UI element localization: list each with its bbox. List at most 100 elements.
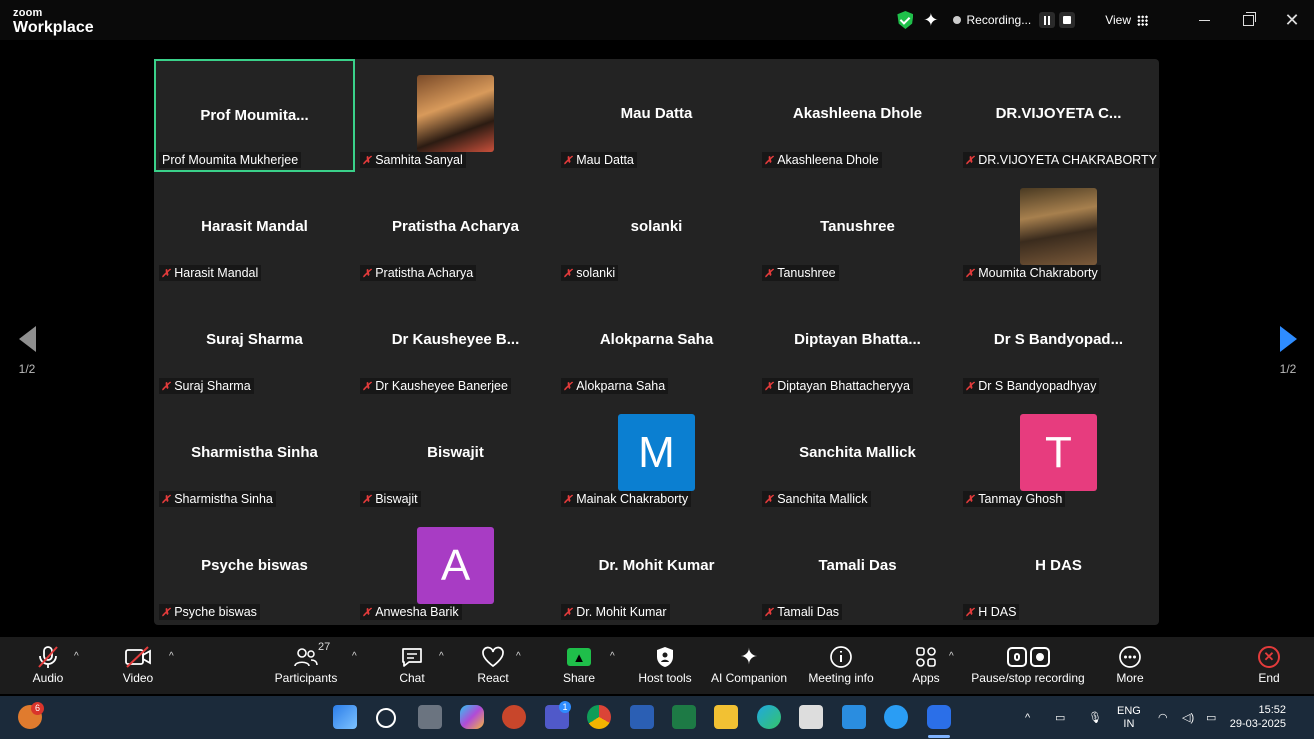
mydesk-icon[interactable] xyxy=(842,705,866,729)
pause-stop-recording-button[interactable]: Pause/stop recording xyxy=(970,643,1086,685)
participant-name-label: ✗ Alokparna Saha xyxy=(561,378,669,394)
system-clock[interactable]: 15:52 29-03-2025 xyxy=(1230,703,1286,731)
mic-muted-icon: ✗ xyxy=(361,493,374,506)
participant-tile[interactable]: Tamali Das ✗ Tamali Das xyxy=(757,511,958,624)
mic-muted-icon: ✗ xyxy=(361,154,374,167)
participant-tile[interactable]: T ✗ Tanmay Ghosh xyxy=(958,398,1159,511)
edge-icon[interactable] xyxy=(757,705,781,729)
battery-icon[interactable]: ▭ xyxy=(1206,696,1216,739)
participant-tile[interactable]: Diptayan Bhatta... ✗ Diptayan Bhattacheryy… xyxy=(757,285,958,398)
shield-icon xyxy=(636,643,694,671)
participant-tile[interactable]: Dr Kausheyee B... ✗ Dr Kausheyee Banerjee xyxy=(355,285,556,398)
title-bar: zoom Workplace ✦ Recording... View ✕ xyxy=(0,0,1314,40)
participant-tile[interactable]: ✗ Moumita Chakraborty xyxy=(958,172,1159,285)
share-button[interactable]: ▲ Share xyxy=(562,643,596,685)
excel-icon[interactable] xyxy=(672,705,696,729)
participant-tile[interactable]: solanki ✗ solanki xyxy=(556,172,757,285)
copilot-icon[interactable] xyxy=(460,705,484,729)
participant-display-name: Akashleena Dhole xyxy=(792,105,923,122)
volume-icon[interactable]: ◁) xyxy=(1182,696,1194,739)
task-view-icon[interactable] xyxy=(418,705,442,729)
pause-recording-button[interactable] xyxy=(1039,12,1056,28)
participant-tile[interactable]: H DAS ✗ H DAS xyxy=(958,511,1159,624)
share-label: Share xyxy=(562,671,596,685)
close-button[interactable]: ✕ xyxy=(1270,0,1314,40)
arrow-right-icon[interactable] xyxy=(1279,326,1297,352)
more-button[interactable]: More xyxy=(1112,643,1148,685)
participant-tile[interactable]: M ✗ Mainak Chakraborty xyxy=(556,398,757,511)
participant-tile[interactable]: Mau Datta ✗ Mau Datta xyxy=(556,59,757,172)
participant-tile[interactable]: Harasit Mandal ✗ Harasit Mandal xyxy=(154,172,355,285)
next-page-nav[interactable]: 1/2 xyxy=(1273,326,1303,376)
participant-label-text: Dr S Bandyopadhyay xyxy=(978,379,1097,393)
stop-recording-button[interactable] xyxy=(1059,12,1076,28)
ai-sparkle-icon[interactable]: ✦ xyxy=(923,10,938,31)
powerpoint-icon[interactable] xyxy=(502,705,526,729)
react-caret-icon[interactable]: ^ xyxy=(516,651,521,662)
participant-name-label: ✗ DR.VIJOYETA CHAKRABORTY xyxy=(963,152,1160,168)
microphone-icon[interactable]: 🎙 xyxy=(1088,696,1102,739)
arrow-left-icon[interactable] xyxy=(18,326,36,352)
audio-options-caret-icon[interactable]: ^ xyxy=(74,651,79,662)
meeting-info-button[interactable]: Meeting info xyxy=(806,643,876,685)
apps-caret-icon[interactable]: ^ xyxy=(949,651,954,662)
meet-now-icon[interactable]: ▭ xyxy=(1055,696,1065,739)
video-button[interactable]: Video xyxy=(120,643,156,685)
end-button[interactable]: ✕ End xyxy=(1254,643,1284,685)
participant-tile[interactable]: Psyche biswas ✗ Psyche biswas xyxy=(154,511,355,624)
encryption-shield-icon[interactable] xyxy=(897,11,914,29)
start-icon[interactable] xyxy=(333,705,357,729)
zoom-logo: zoom Workplace xyxy=(13,8,94,36)
video-options-caret-icon[interactable]: ^ xyxy=(169,651,174,662)
participant-tile[interactable]: Sharmistha Sinha ✗ Sharmistha Sinha xyxy=(154,398,355,511)
chat-icon xyxy=(396,643,428,671)
participant-tile[interactable]: Pratistha Acharya ✗ Pratistha Acharya xyxy=(355,172,556,285)
participant-tile[interactable]: Sanchita Mallick ✗ Sanchita Mallick xyxy=(757,398,958,511)
chat-button[interactable]: Chat xyxy=(396,643,428,685)
view-label: View xyxy=(1105,13,1131,27)
store-icon[interactable] xyxy=(799,705,823,729)
participant-tile[interactable]: Dr. Mohit Kumar ✗ Dr. Mohit Kumar xyxy=(556,511,757,624)
participant-tile[interactable]: Tanushree ✗ Tanushree xyxy=(757,172,958,285)
host-tools-button[interactable]: Host tools xyxy=(636,643,694,685)
participant-tile[interactable]: Suraj Sharma ✗ Suraj Sharma xyxy=(154,285,355,398)
apps-button[interactable]: Apps xyxy=(910,643,942,685)
chrome-icon[interactable] xyxy=(587,705,611,729)
participant-tile[interactable]: A ✗ Anwesha Barik xyxy=(355,511,556,624)
participants-button[interactable]: 27 Participants xyxy=(272,641,340,685)
participant-tile[interactable]: Prof Moumita... Prof Moumita Mukherjee xyxy=(154,59,355,172)
wifi-icon[interactable]: ◠ xyxy=(1158,696,1168,739)
participant-tile[interactable]: ✗ Samhita Sanyal xyxy=(355,59,556,172)
tray-overflow-icon[interactable]: ^ xyxy=(1025,696,1030,739)
word-icon[interactable] xyxy=(630,705,654,729)
logo-line2: Workplace xyxy=(13,19,94,36)
prev-page-nav[interactable]: 1/2 xyxy=(12,326,42,376)
ai-companion-button[interactable]: ✦ AI Companion xyxy=(710,643,788,685)
minimize-button[interactable] xyxy=(1182,0,1226,40)
participant-tile[interactable]: Biswajit ✗ Biswajit xyxy=(355,398,556,511)
participant-tile[interactable]: Alokparna Saha ✗ Alokparna Saha xyxy=(556,285,757,398)
share-caret-icon[interactable]: ^ xyxy=(610,651,615,662)
zoom-icon[interactable] xyxy=(927,705,951,729)
search-icon[interactable] xyxy=(376,708,396,728)
safari-icon[interactable] xyxy=(884,705,908,729)
mic-muted-icon xyxy=(30,643,66,671)
react-button[interactable]: React xyxy=(476,643,510,685)
participant-label-text: Akashleena Dhole xyxy=(777,153,879,167)
participant-tile[interactable]: DR.VIJOYETA C... ✗ DR.VIJOYETA CHAKRABORTY xyxy=(958,59,1160,172)
participant-photo xyxy=(1020,188,1097,265)
end-label: End xyxy=(1258,671,1280,685)
gallery-view: Prof Moumita... Prof Moumita Mukherjee ✗ Sa… xyxy=(154,59,1160,625)
restore-button[interactable] xyxy=(1226,0,1270,40)
participants-caret-icon[interactable]: ^ xyxy=(352,651,357,662)
audio-button[interactable]: Audio xyxy=(30,643,66,685)
participant-tile[interactable]: Akashleena Dhole ✗ Akashleena Dhole xyxy=(757,59,958,172)
view-button[interactable]: View xyxy=(1105,13,1148,27)
participants-label: Participants xyxy=(274,671,338,685)
participant-display-name: Pratistha Acharya xyxy=(391,218,519,235)
participant-tile[interactable]: Dr S Bandyopad... ✗ Dr S Bandyopadhyay xyxy=(958,285,1159,398)
file-explorer-icon[interactable] xyxy=(714,705,738,729)
language-indicator[interactable]: ENG IN xyxy=(1117,696,1141,739)
participant-name-label: ✗ Akashleena Dhole xyxy=(762,152,882,168)
chat-caret-icon[interactable]: ^ xyxy=(439,651,444,662)
